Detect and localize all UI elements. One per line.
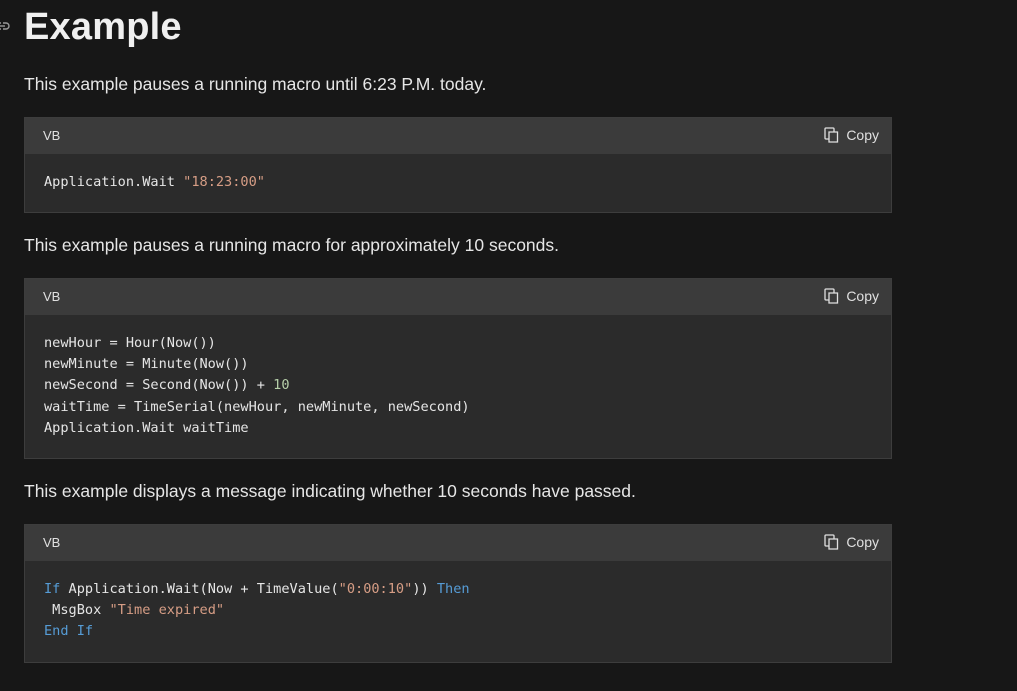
code-line: newHour = Hour(Now()): [44, 333, 872, 354]
example-3-description: This example displays a message indicati…: [24, 481, 636, 501]
code-token: newMinute = Minute(Now()): [44, 356, 249, 373]
copy-button[interactable]: Copy: [824, 288, 879, 304]
code-token: newHour = Hour(Now()): [44, 335, 216, 351]
code-string-token: "18:23:00": [183, 174, 265, 190]
code-string-token: "Time expired": [109, 602, 225, 619]
code-language-label: VB: [43, 128, 61, 143]
copy-icon: [824, 288, 839, 304]
code-block-1: VB Copy Application.Wait "18:23:00": [24, 117, 892, 213]
code-line: newMinute = Minute(Now()): [44, 354, 872, 375]
code-block-3: VB Copy If Application.Wait(Now + TimeVa…: [24, 524, 892, 663]
code-token: Application.Wait(Now + TimeValue(: [60, 581, 339, 597]
code-line: Application.Wait "18:23:00": [44, 172, 872, 193]
code-block-header: VB Copy: [25, 279, 891, 315]
code-token: waitTime = TimeSerial(newHour, newMinute…: [44, 398, 470, 415]
copy-icon: [824, 534, 839, 550]
code-token: )): [412, 581, 437, 597]
copy-label: Copy: [846, 127, 879, 143]
code-line: newSecond = Second(Now()) + 10: [44, 375, 872, 396]
code-block-2: VB Copy newHour = Hour(Now()) newMinute =…: [24, 278, 892, 459]
copy-icon: [824, 127, 839, 143]
code-language-label: VB: [43, 535, 61, 550]
code-keyword-token: If: [76, 623, 94, 640]
code-body: Application.Wait "18:23:00": [25, 154, 891, 193]
code-token: MsgBox: [44, 602, 110, 619]
code-line: waitTime = TimeSerial(newHour, newMinute…: [44, 397, 872, 418]
copy-label: Copy: [846, 534, 879, 550]
code-line: End If: [44, 621, 872, 642]
code-token: newSecond = Second(Now()) +: [44, 377, 274, 394]
code-keyword-token: End: [44, 623, 69, 640]
page-title: Example: [24, 6, 182, 48]
copy-button[interactable]: Copy: [824, 534, 879, 550]
code-line: MsgBox "Time expired": [44, 600, 872, 621]
code-body: If Application.Wait(Now + TimeValue("0:0…: [25, 561, 891, 643]
code-line: If Application.Wait(Now + TimeValue("0:0…: [44, 579, 872, 600]
code-number-token: 10: [273, 377, 290, 394]
code-block-header: VB Copy: [25, 118, 891, 154]
example-2-description: This example pauses a running macro for …: [24, 235, 559, 255]
code-token: Application.Wait: [44, 174, 184, 190]
example-1-description: This example pauses a running macro unti…: [24, 74, 487, 94]
code-body: newHour = Hour(Now()) newMinute = Minute(…: [25, 315, 891, 439]
code-block-header: VB Copy: [25, 525, 891, 561]
code-keyword-token: Then: [436, 581, 470, 597]
code-token: Application.Wait waitTime: [44, 419, 249, 436]
link-icon[interactable]: [0, 19, 10, 33]
code-keyword-token: If: [44, 581, 61, 597]
code-language-label: VB: [43, 289, 61, 304]
copy-button[interactable]: Copy: [824, 127, 879, 143]
code-line: Application.Wait waitTime: [44, 418, 872, 439]
copy-label: Copy: [846, 288, 879, 304]
code-string-token: "0:00:10": [338, 581, 413, 597]
